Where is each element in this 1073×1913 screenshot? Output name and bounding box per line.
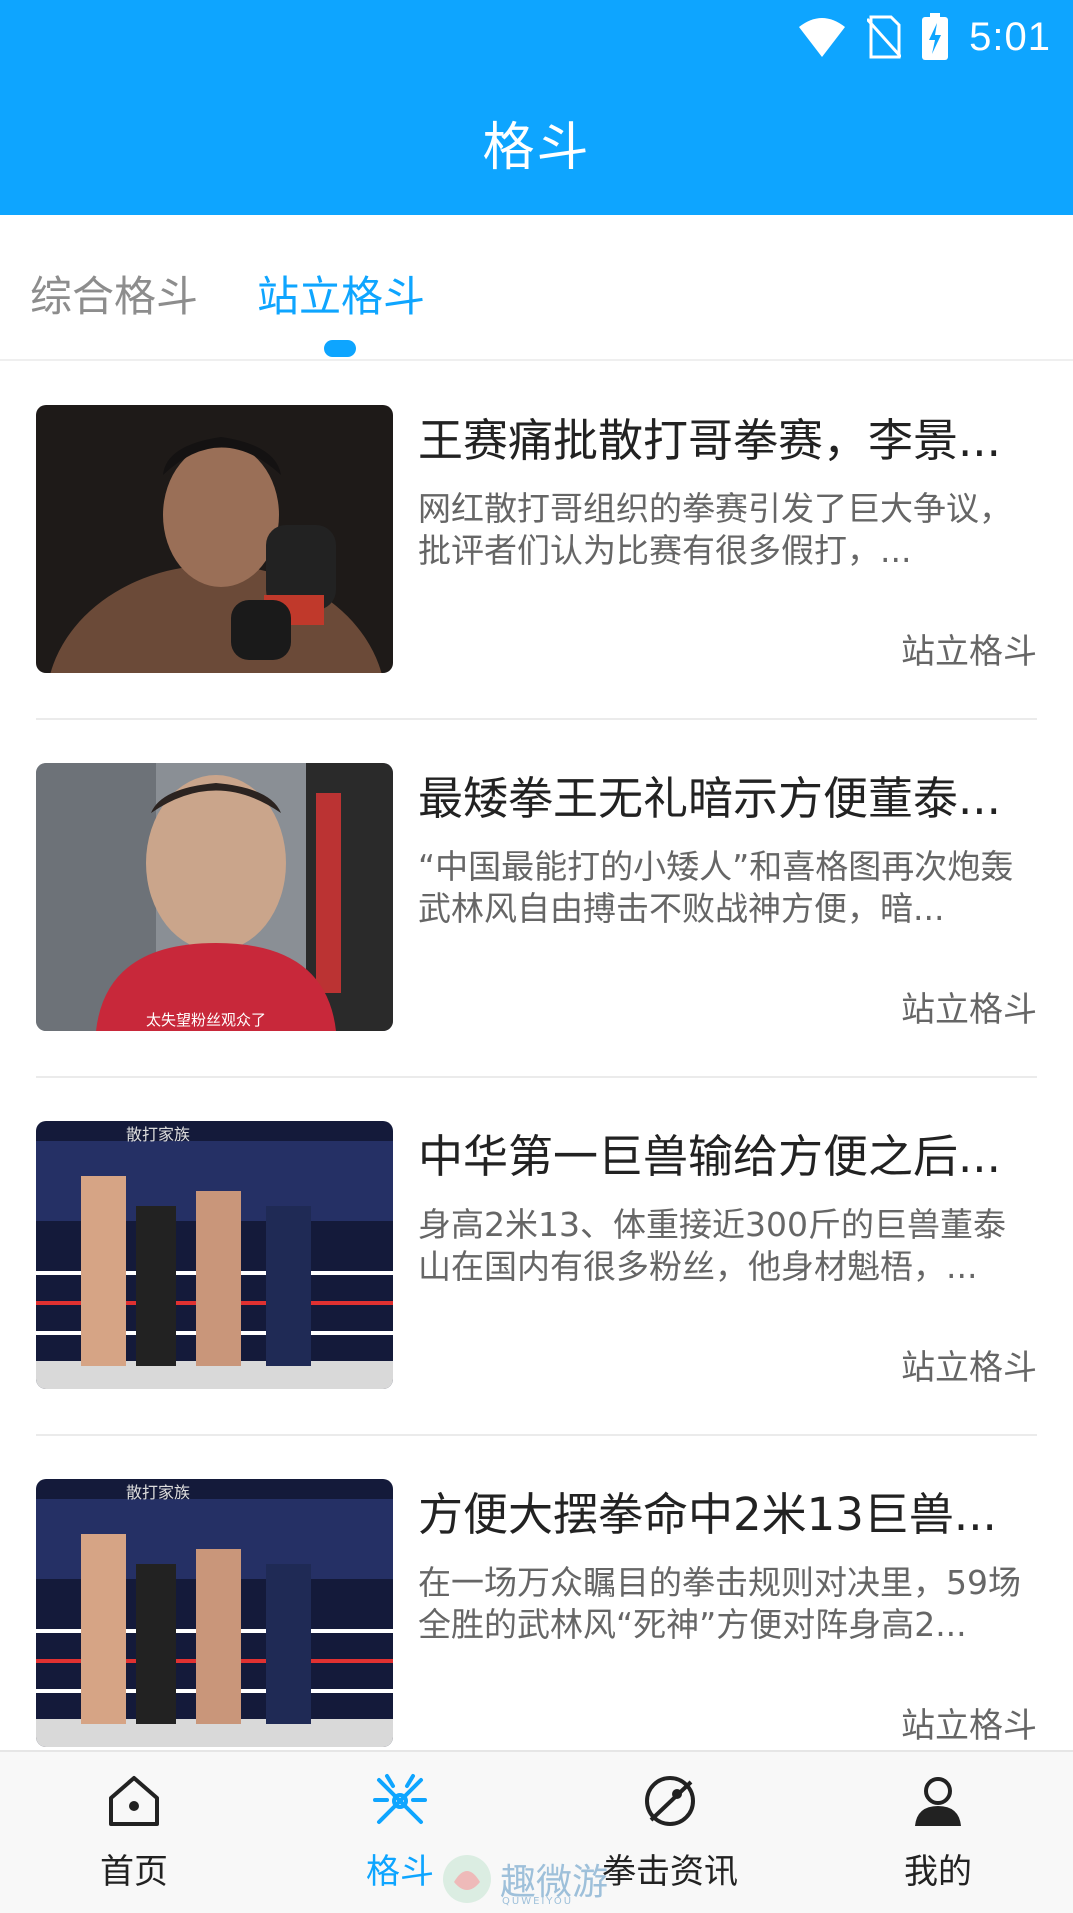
thumbnail-caption: 散打家族 — [126, 1125, 191, 1144]
nav-label: 我的 — [904, 1852, 972, 1892]
article-item[interactable]: 太失望粉丝观众了 最矮拳王无礼暗示方便董泰... “中国最能打的小矮人”和喜格图… — [36, 720, 1037, 1078]
article-title[interactable]: 王赛痛批散打哥拳赛，李景... — [418, 404, 1037, 469]
home-icon — [109, 1776, 159, 1826]
article-category-tag: 站立格斗 — [901, 1348, 1037, 1388]
app-header: 5:01 格斗 — [0, 0, 1073, 215]
nav-item-home[interactable]: 首页 — [34, 1770, 234, 1893]
article-category-tag: 站立格斗 — [901, 1706, 1037, 1746]
article-category-tag: 站立格斗 — [901, 632, 1037, 672]
article-title[interactable]: 中华第一巨兽输给方便之后... — [418, 1120, 1037, 1185]
article-item[interactable]: 散打家族 中华第一巨兽输给方便之后... 身高2米13、体重接近300斤的巨兽董… — [36, 1078, 1037, 1436]
thumbnail-caption: 散打家族 — [126, 1483, 191, 1502]
thumbnail-caption: 太失望粉丝观众了 — [146, 1011, 267, 1029]
wifi-icon — [799, 18, 846, 57]
article-description: 在一场万众瞩目的拳击规则对决里，59场全胜的武林风“死神”方便对阵身高2... — [418, 1563, 1021, 1644]
nav-item-profile[interactable]: 我的 — [838, 1770, 1038, 1893]
article-title[interactable]: 方便大摆拳命中2米13巨兽... — [418, 1478, 1037, 1543]
watermark-logo-icon — [443, 1855, 491, 1903]
no-sim-icon — [867, 15, 902, 59]
fight-icon — [373, 1774, 427, 1824]
article-thumbnail: 散打家族 — [36, 1121, 393, 1389]
article-thumbnail: 太失望粉丝观众了 — [36, 763, 393, 1031]
article-title[interactable]: 最矮拳王无礼暗示方便董泰... — [418, 762, 1037, 827]
article-thumbnail — [36, 405, 393, 673]
boxing-news-icon — [645, 1776, 695, 1826]
nav-label: 首页 — [100, 1852, 168, 1892]
watermark-subtext: QUWEIYOU — [502, 1896, 574, 1907]
tab-standing-fight[interactable]: 站立格斗 — [257, 263, 425, 324]
profile-icon — [915, 1777, 961, 1826]
article-thumbnail: 散打家族 — [36, 1479, 393, 1747]
article-list[interactable]: 王赛痛批散打哥拳赛，李景... 网红散打哥组织的拳赛引发了巨大争议，批评者们认为… — [0, 362, 1073, 1750]
article-item[interactable]: 散打家族 方便大摆拳命中2米13巨兽... 在一场万众瞩目的拳击规则对决里，59… — [36, 1436, 1037, 1750]
article-item[interactable]: 王赛痛批散打哥拳赛，李景... 网红散打哥组织的拳赛引发了巨大争议，批评者们认为… — [36, 362, 1037, 720]
status-icons: 5:01 — [797, 12, 1051, 62]
tab-mma[interactable]: 综合格斗 — [30, 263, 198, 324]
status-bar: 5:01 — [0, 0, 1073, 72]
watermark: 趣微游 QUWEIYOU — [440, 1852, 608, 1907]
article-description: 网红散打哥组织的拳赛引发了巨大争议，批评者们认为比赛有很多假打，... — [418, 489, 1012, 570]
page-title: 格斗 — [482, 118, 591, 178]
article-description: “中国最能打的小矮人”和喜格图再次炮轰武林风自由搏击不败战神方便，暗... — [418, 847, 1014, 928]
article-description: 身高2米13、体重接近300斤的巨兽董泰山在国内有很多粉丝，他身材魁梧，... — [418, 1205, 1006, 1286]
category-tabs: 综合格斗 站立格斗 — [0, 215, 1073, 361]
article-category-tag: 站立格斗 — [901, 990, 1037, 1030]
status-time: 5:01 — [969, 14, 1051, 59]
battery-charging-icon — [922, 13, 949, 60]
tab-active-indicator — [324, 340, 356, 357]
